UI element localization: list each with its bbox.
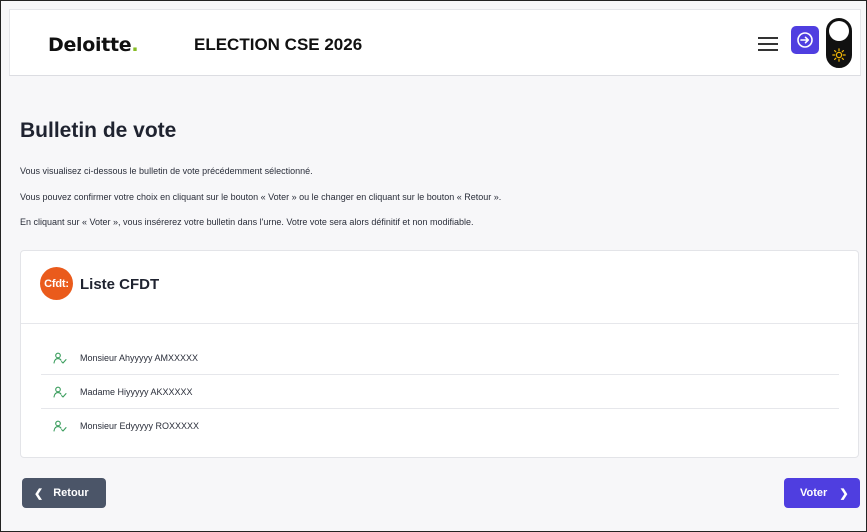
intro-text-3: En cliquant sur « Voter », vous insérere… (20, 217, 474, 227)
logo-dot: . (131, 34, 139, 56)
user-check-icon (53, 420, 67, 432)
sun-icon (832, 48, 846, 62)
candidate-name: Monsieur Ahyyyyy AMXXXXX (80, 352, 199, 363)
login-icon (797, 32, 813, 48)
list-name: Liste CFDT (80, 276, 160, 293)
deloitte-logo[interactable]: Deloitte. (48, 34, 139, 56)
candidate-row: Monsieur Edyyyyy ROXXXXX (41, 409, 839, 443)
theme-toggle[interactable] (826, 18, 852, 68)
chevron-left-icon: ❮ (34, 487, 44, 500)
candidate-name: Monsieur Edyyyyy ROXXXXX (80, 421, 200, 431)
user-check-icon (53, 352, 67, 364)
back-button-label: Retour (53, 487, 89, 499)
vote-button-label: Voter (800, 487, 828, 499)
app-header: Deloitte. ELECTION CSE 2026 (9, 9, 861, 76)
logo-text: Deloitte (48, 34, 132, 56)
menu-icon[interactable] (758, 37, 778, 51)
app-title: ELECTION CSE 2026 (194, 35, 363, 54)
back-button[interactable]: ❮ Retour (22, 478, 106, 508)
cfdt-logo: Cfdt: (40, 267, 73, 300)
intro-text-1: Vous visualisez ci-dessous le bulletin d… (20, 166, 313, 176)
candidate-row: Monsieur Ahyyyyy AMXXXXX (41, 341, 839, 375)
ballot-card: Cfdt: Liste CFDT Monsieur Ahyyyyy AMXXXX… (20, 250, 859, 458)
user-check-icon (53, 386, 67, 398)
intro-text-2: Vous pouvez confirmer votre choix en cli… (20, 192, 502, 202)
candidate-row: Madame Hiyyyyy AKXXXXX (41, 375, 839, 409)
vote-button[interactable]: Voter ❯ (784, 478, 860, 508)
chevron-right-icon: ❯ (839, 487, 849, 500)
divider (21, 323, 858, 324)
candidate-name: Madame Hiyyyyy AKXXXXX (80, 386, 193, 397)
page-title: Bulletin de vote (20, 119, 177, 142)
theme-toggle-knob (829, 21, 849, 41)
login-button[interactable] (791, 26, 819, 54)
